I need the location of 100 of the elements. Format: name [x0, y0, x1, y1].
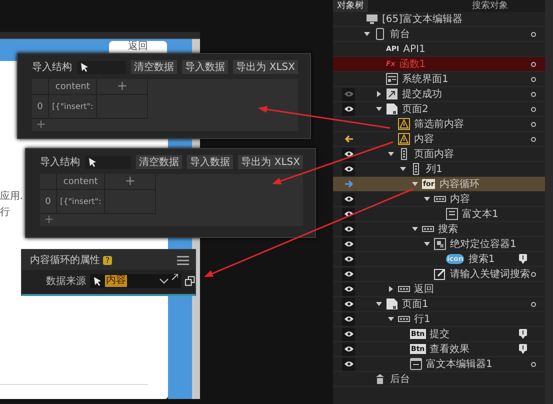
cursor-icon: [80, 62, 89, 72]
caret-icon[interactable]: [400, 166, 406, 172]
edit-icon: [434, 268, 446, 280]
text-icon: [446, 208, 458, 220]
eye-icon[interactable]: [344, 315, 354, 323]
panel-tab[interactable]: 对象树: [333, 0, 368, 12]
toolbar-button[interactable]: 导入数据: [187, 155, 234, 169]
house-icon: [374, 373, 386, 385]
eye-icon[interactable]: [344, 300, 354, 308]
column-title: content: [63, 176, 98, 186]
add-column-button[interactable]: +: [105, 174, 156, 190]
toolbar-button[interactable]: 导出为 XLSX: [238, 155, 303, 169]
warning-icon: [398, 133, 410, 145]
eye-icon[interactable]: [344, 330, 354, 338]
tree-item[interactable]: 内容: [333, 192, 545, 207]
tree-item-label: 内容循环: [439, 178, 480, 191]
tree-item-label: 富文本编辑器1: [426, 358, 492, 371]
tree-item[interactable]: 筛选前内容: [333, 117, 545, 132]
tree-item-label: 筛选前内容: [414, 118, 464, 131]
tree-item[interactable]: 系统界面1: [333, 72, 545, 87]
tree-item-label: 页面1: [402, 298, 428, 311]
data-source-dropdown[interactable]: 内容: [90, 274, 182, 288]
add-column-button[interactable]: +: [97, 79, 148, 95]
layers-icon: [434, 238, 446, 250]
tree-item[interactable]: 绝对定位容器1: [333, 237, 545, 252]
tree-item-label: 函数1: [399, 58, 426, 71]
caret-icon[interactable]: [424, 241, 430, 247]
caret-icon[interactable]: [364, 31, 370, 37]
eye-icon[interactable]: [344, 270, 354, 278]
column-header[interactable]: content: [48, 79, 98, 95]
tree-item[interactable]: 搜索: [333, 222, 545, 237]
tree-item-label: 提交成功: [402, 88, 442, 101]
tree-item-label: 搜索1: [468, 252, 495, 266]
caret-icon[interactable]: [376, 106, 382, 112]
column-icon: [410, 163, 422, 175]
row-icon: [422, 223, 434, 235]
eye-icon[interactable]: [344, 225, 354, 233]
toolbar-button[interactable]: 导出为 XLSX: [233, 60, 298, 74]
tree-item[interactable]: 请输入关键词搜索: [333, 267, 545, 282]
tree-item[interactable]: 页面1: [333, 297, 545, 312]
table-cell: [{"insert":: [56, 190, 106, 214]
copy-icon[interactable]: [185, 276, 195, 286]
toolbar-button[interactable]: 清空数据: [136, 155, 182, 169]
tree-item-label: 绝对定位容器1: [450, 238, 516, 251]
tree-item[interactable]: 后台: [333, 372, 545, 387]
eye-icon[interactable]: [344, 195, 354, 203]
caret-icon[interactable]: [412, 181, 418, 187]
eye-icon[interactable]: [344, 210, 354, 218]
tree-item-label: 行1: [414, 313, 430, 326]
tree-item-label: 内容: [414, 132, 434, 146]
phone-icon: [374, 28, 386, 40]
eye-icon[interactable]: [344, 165, 354, 173]
eye-icon[interactable]: [344, 345, 354, 353]
tree-item-label: 查看效果: [430, 342, 470, 356]
tree-item-label: 富文本1: [462, 208, 498, 221]
caret-icon[interactable]: [388, 286, 394, 292]
eye-icon[interactable]: [344, 240, 354, 248]
toolbar-button[interactable]: 导入数据: [182, 60, 228, 74]
row-icon: [398, 283, 410, 295]
tree-item-label: 搜索: [438, 222, 458, 236]
panel-title: 导入结构: [40, 156, 80, 169]
caret-icon[interactable]: [388, 316, 394, 322]
tree-item-label: API1: [403, 44, 426, 54]
row-icon: [398, 313, 410, 325]
tree-item[interactable]: 提交成功: [333, 87, 545, 102]
column-header[interactable]: content: [56, 174, 106, 190]
tree-item-label: 返回: [414, 282, 434, 296]
eye-icon[interactable]: [344, 285, 354, 293]
body-text: 行: [0, 207, 10, 219]
page-icon: [386, 103, 398, 115]
caret-icon[interactable]: [412, 226, 418, 232]
eye-icon[interactable]: [344, 255, 354, 263]
tree-item[interactable]: 富文本1: [333, 207, 545, 222]
caret-icon[interactable]: [376, 301, 382, 307]
eye-icon[interactable]: [344, 150, 354, 158]
tree-item[interactable]: 返回: [333, 282, 545, 297]
toolbar-button[interactable]: 清空数据: [131, 60, 178, 74]
structure-field[interactable]: [85, 156, 132, 168]
caret-icon[interactable]: [376, 91, 382, 97]
warning-icon: [398, 118, 410, 130]
row-icon: [434, 193, 446, 205]
help-badge[interactable]: ?: [103, 256, 112, 264]
caret-icon[interactable]: [424, 196, 430, 202]
field-value: 内容: [105, 275, 127, 287]
window-icon: [386, 73, 398, 85]
tree-item[interactable]: 内容: [333, 132, 545, 147]
tree-item[interactable]: 行1: [333, 312, 545, 327]
panel-tab[interactable]: 搜索对象: [468, 0, 512, 12]
tree-item[interactable]: 前台: [333, 27, 545, 42]
eye-icon[interactable]: [344, 360, 354, 368]
menu-icon[interactable]: [177, 256, 189, 264]
popup-icon: [386, 88, 398, 100]
structure-field[interactable]: [77, 60, 126, 74]
monitor-icon: [366, 14, 378, 24]
tree-item[interactable]: 页面2: [333, 102, 545, 117]
caret-icon[interactable]: [388, 151, 394, 157]
eye-icon[interactable]: [344, 105, 354, 113]
tree-item[interactable]: 富文本编辑器1: [333, 357, 545, 372]
tree-item[interactable]: 页面内容: [333, 147, 545, 162]
back-button[interactable]: 返回: [109, 41, 167, 53]
